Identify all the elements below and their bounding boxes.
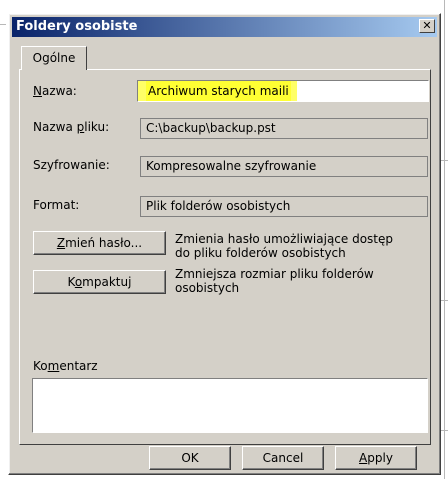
properties-dialog: Foldery osobiste ✕ Ogólne Nazwa: Archiwu… xyxy=(8,13,441,475)
change-password-description: Zmienia hasło umożliwiające dostęp do pl… xyxy=(175,232,394,260)
cancel-button[interactable]: Cancel xyxy=(242,446,324,470)
apply-button[interactable]: Apply xyxy=(335,446,417,470)
encryption-field: Kompresowalne szyfrowanie xyxy=(140,156,428,177)
format-label: Format: xyxy=(33,198,80,212)
title-bar[interactable]: Foldery osobiste ✕ xyxy=(12,17,437,37)
background-line xyxy=(441,300,448,301)
background-line xyxy=(0,24,6,25)
background-line xyxy=(441,160,448,161)
encryption-label: Szyfrowanie: xyxy=(33,158,110,172)
close-icon[interactable]: ✕ xyxy=(419,19,435,33)
compact-description: Zmniejsza rozmiar pliku folderów osobist… xyxy=(175,267,374,295)
compact-button[interactable]: Kompaktuj xyxy=(33,270,166,294)
name-value: Archiwum starych maili xyxy=(146,81,291,101)
filename-label: Nazwa pliku: xyxy=(33,120,110,134)
comment-textarea[interactable] xyxy=(32,378,428,433)
change-password-button[interactable]: Zmień hasło... xyxy=(33,231,166,255)
ok-button[interactable]: OK xyxy=(149,446,231,470)
name-label: Nazwa: xyxy=(33,84,77,98)
name-field[interactable]: Archiwum starych maili xyxy=(137,80,429,102)
dialog-title: Foldery osobiste xyxy=(16,19,138,34)
comment-label: Komentarz xyxy=(33,359,98,373)
tab-general[interactable]: Ogólne xyxy=(21,46,87,70)
format-field: Plik folderów osobistych xyxy=(140,196,428,217)
background-line xyxy=(441,430,448,431)
background-edge xyxy=(444,0,445,479)
filename-field: C:\backup\backup.pst xyxy=(140,118,428,139)
